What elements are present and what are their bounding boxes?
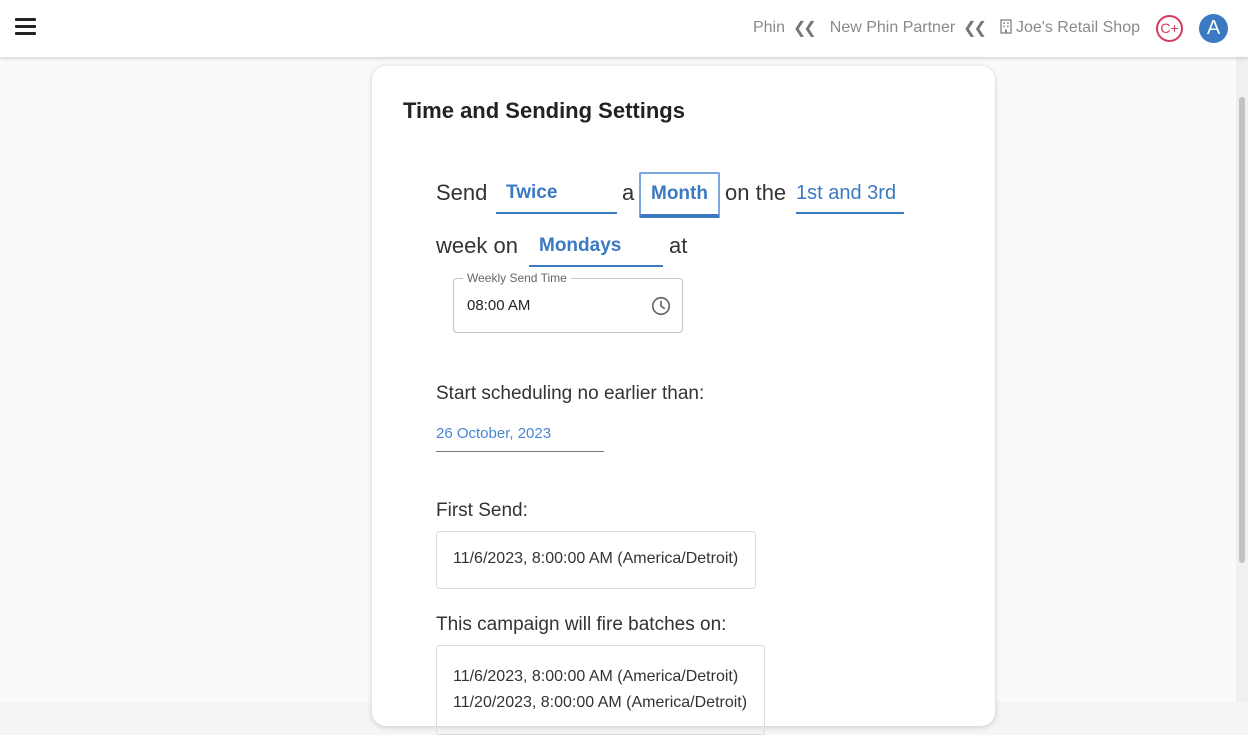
start-label: Start scheduling no earlier than: bbox=[436, 383, 705, 404]
batch-date: 11/20/2023, 8:00:00 AM (America/Detroit) bbox=[453, 694, 748, 711]
breadcrumb-shop-label: Joe's Retail Shop bbox=[1015, 19, 1140, 36]
top-bar: Phin ❮❮ New Phin Partner ❮❮ Joe's Retail… bbox=[0, 0, 1248, 57]
scrollbar-thumb[interactable] bbox=[1239, 97, 1245, 563]
send-text: Send bbox=[436, 180, 488, 205]
settings-card: Time and Sending Settings Send Twice a M… bbox=[372, 66, 995, 735]
start-date-value: 26 October, 2023 bbox=[436, 425, 552, 442]
start-date-field[interactable]: 26 October, 2023 bbox=[436, 420, 604, 452]
avatar[interactable]: A bbox=[1199, 13, 1228, 43]
a-text: a bbox=[622, 180, 635, 205]
at-text: at bbox=[669, 233, 688, 258]
breadcrumb-partner[interactable]: New Phin Partner bbox=[830, 19, 955, 37]
double-chevron-left-icon: ❮❮ bbox=[792, 20, 817, 37]
batches-label: This campaign will fire batches on: bbox=[436, 614, 727, 635]
weekly-send-time-field[interactable]: Weekly Send Time 08:00 AM bbox=[453, 271, 683, 333]
building-icon bbox=[1000, 19, 1012, 34]
week-on-text: week on bbox=[436, 233, 518, 258]
weekly-send-time-value: 08:00 AM bbox=[467, 297, 531, 314]
batches-box: 11/6/2023, 8:00:00 AM (America/Detroit) … bbox=[436, 645, 765, 735]
double-chevron-left-icon: ❮❮ bbox=[963, 20, 987, 37]
day-select[interactable]: Mondays bbox=[529, 227, 663, 267]
company-badge[interactable]: C+ bbox=[1156, 14, 1183, 42]
first-send-box: 11/6/2023, 8:00:00 AM (America/Detroit) bbox=[436, 531, 756, 589]
scrollbar[interactable] bbox=[1236, 57, 1248, 702]
menu-icon[interactable] bbox=[15, 18, 36, 36]
breadcrumb-phin[interactable]: Phin bbox=[753, 19, 785, 37]
first-send-label: First Send: bbox=[436, 500, 528, 521]
weekly-send-time-label: Weekly Send Time bbox=[463, 271, 571, 285]
weeks-select[interactable]: 1st and 3rd bbox=[796, 174, 904, 214]
period-select[interactable]: Month bbox=[639, 172, 720, 218]
first-send-value: 11/6/2023, 8:00:00 AM (America/Detroit) bbox=[453, 550, 739, 567]
batch-date: 11/6/2023, 8:00:00 AM (America/Detroit) bbox=[453, 668, 739, 685]
frequency-select[interactable]: Twice bbox=[496, 174, 617, 214]
breadcrumb-shop[interactable]: Joe's Retail Shop bbox=[1000, 19, 1140, 37]
card-title: Time and Sending Settings bbox=[403, 98, 685, 123]
clock-icon[interactable] bbox=[650, 295, 672, 317]
breadcrumb: Phin ❮❮ New Phin Partner ❮❮ Joe's Retail… bbox=[753, 12, 1228, 44]
on-the-text: on the bbox=[725, 180, 787, 205]
